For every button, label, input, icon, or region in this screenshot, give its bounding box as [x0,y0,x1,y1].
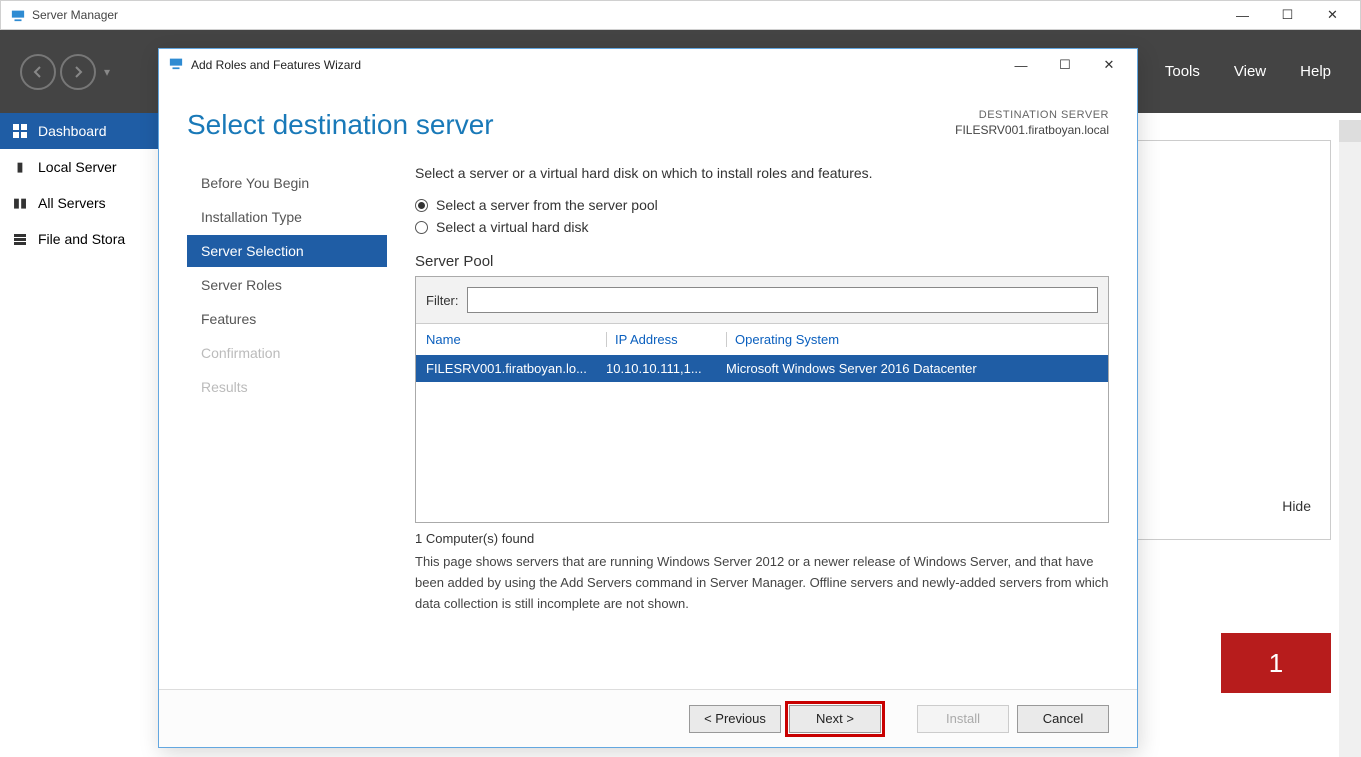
nav-item-label: All Servers [38,195,106,211]
wizard-titlebar: Add Roles and Features Wizard — ☐ ✕ [159,49,1137,81]
install-button: Install [917,705,1009,733]
menu-help[interactable]: Help [1300,63,1331,80]
server-icon: ▮ [12,159,28,175]
radio-label: Select a virtual hard disk [436,219,589,235]
servers-icon: ▮▮ [12,195,28,211]
table-body-empty [416,382,1108,522]
outer-window-controls: — ☐ ✕ [1220,1,1355,29]
wizard-close-button[interactable]: ✕ [1087,51,1131,79]
cancel-button[interactable]: Cancel [1017,705,1109,733]
destination-label: DESTINATION SERVER [955,109,1109,121]
nav-item-label: Local Server [38,159,117,175]
col-header-name[interactable]: Name [426,332,606,347]
description-text: This page shows servers that are running… [415,552,1109,614]
alert-tile[interactable]: 1 [1221,633,1331,693]
outer-titlebar: Server Manager — ☐ ✕ [0,0,1361,30]
wizard-title: Add Roles and Features Wizard [191,58,999,72]
server-pool-box: Filter: Name IP Address Operating System… [415,276,1109,523]
maximize-button[interactable]: ☐ [1265,1,1310,29]
wizard-maximize-button[interactable]: ☐ [1043,51,1087,79]
scrollbar[interactable] [1339,120,1361,757]
file-storage-icon [12,232,28,246]
menu-view[interactable]: View [1234,63,1266,80]
nav-dashboard[interactable]: Dashboard [0,113,158,149]
nav-file-storage[interactable]: File and Stora [0,221,158,257]
cell-ip: 10.10.10.111,1... [606,361,726,376]
step-results: Results [187,371,387,403]
wizard-body: Before You Begin Installation Type Serve… [159,151,1137,661]
nav-item-label: Dashboard [38,123,107,139]
step-server-selection[interactable]: Server Selection [187,235,387,267]
nav-all-servers[interactable]: ▮▮ All Servers [0,185,158,221]
wizard-window-controls: — ☐ ✕ [999,51,1131,79]
radio-server-pool[interactable]: Select a server from the server pool [415,197,1109,213]
computers-found: 1 Computer(s) found [415,531,1109,546]
wizard-header: Select destination server DESTINATION SE… [159,81,1137,151]
server-pool-label: Server Pool [415,253,1109,270]
wizard-dialog: Add Roles and Features Wizard — ☐ ✕ Sele… [158,48,1138,748]
table-row[interactable]: FILESRV001.firatboyan.lo... 10.10.10.111… [416,355,1108,382]
wizard-content: Select a server or a virtual hard disk o… [387,161,1109,661]
col-header-ip[interactable]: IP Address [606,332,726,347]
wizard-icon [169,56,185,75]
destination-info: DESTINATION SERVER FILESRV001.firatboyan… [955,109,1109,137]
filter-row: Filter: [416,277,1108,324]
wizard-heading: Select destination server [187,109,955,141]
destination-server: FILESRV001.firatboyan.local [955,123,1109,137]
step-features[interactable]: Features [187,303,387,335]
previous-button[interactable]: < Previous [689,705,781,733]
close-button[interactable]: ✕ [1310,1,1355,29]
alert-count: 1 [1269,648,1283,679]
radio-label: Select a server from the server pool [436,197,658,213]
radio-vhd[interactable]: Select a virtual hard disk [415,219,1109,235]
step-before-you-begin[interactable]: Before You Begin [187,167,387,199]
outer-window-title: Server Manager [32,8,1220,22]
cell-name: FILESRV001.firatboyan.lo... [426,361,606,376]
radio-icon [415,221,428,234]
filter-label: Filter: [426,293,459,308]
nav-local-server[interactable]: ▮ Local Server [0,149,158,185]
menu-tools[interactable]: Tools [1165,63,1200,80]
step-server-roles[interactable]: Server Roles [187,269,387,301]
left-nav: Dashboard ▮ Local Server ▮▮ All Servers … [0,113,158,257]
minimize-button[interactable]: — [1220,1,1265,29]
instruction-text: Select a server or a virtual hard disk o… [415,165,1109,181]
next-button[interactable]: Next > [789,705,881,733]
wizard-footer: < Previous Next > Install Cancel [159,689,1137,747]
radio-icon [415,199,428,212]
hide-link[interactable]: Hide [1282,498,1311,514]
cell-os: Microsoft Windows Server 2016 Datacenter [726,361,1098,376]
table-headers: Name IP Address Operating System [416,324,1108,355]
nav-item-label: File and Stora [38,231,125,247]
nav-dropdown-icon[interactable]: ▾ [104,65,110,79]
back-button[interactable] [20,54,56,90]
wizard-minimize-button[interactable]: — [999,51,1043,79]
wizard-steps: Before You Begin Installation Type Serve… [187,161,387,661]
forward-button[interactable] [60,54,96,90]
filter-input[interactable] [467,287,1099,313]
step-confirmation: Confirmation [187,337,387,369]
col-header-os[interactable]: Operating System [726,332,1098,347]
step-installation-type[interactable]: Installation Type [187,201,387,233]
server-manager-icon [10,7,26,23]
dashboard-icon [12,124,28,138]
